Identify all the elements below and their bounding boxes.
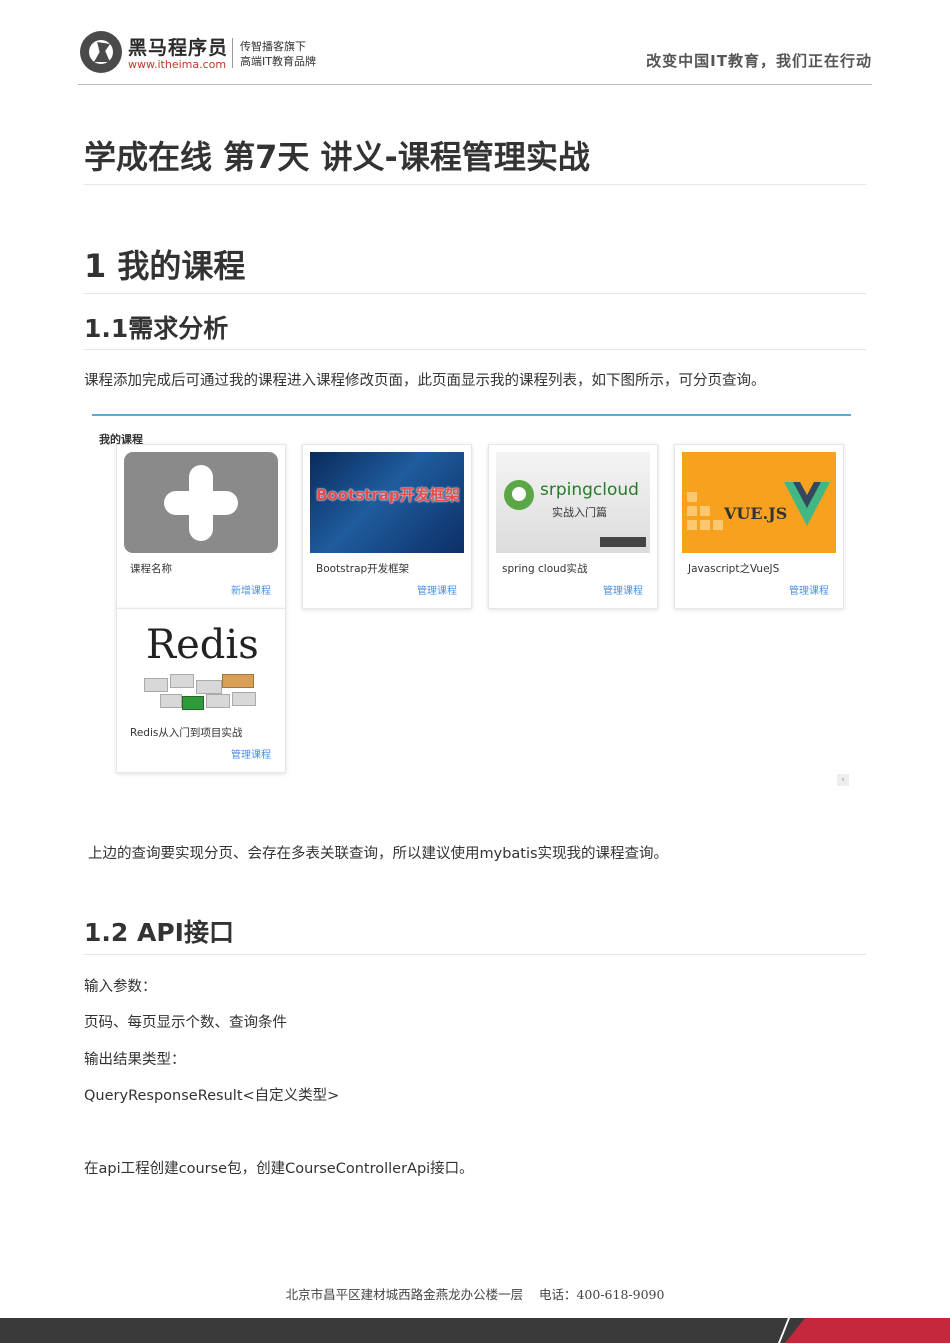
manage-course-link[interactable]: 管理课程 [789,582,829,597]
redis-course-thumb: Redis [124,616,278,717]
brand-logo-icon [80,31,122,73]
redis-thumb-text: Redis [146,622,259,668]
bootstrap-course-thumb: Bootstrap开发框架 [310,452,464,553]
brand-divider [232,38,233,68]
springcloud-thumb-text: srpingcloud [540,480,639,500]
input-params-value: 页码、每页显示个数、查询条件 [84,1015,287,1031]
spring-leaf-icon [504,480,534,510]
vuejs-thumb-text: VUE.JS [724,504,788,523]
footer-address: 北京市昌平区建材城西路金燕龙办公楼一层 电话：400-618-9090 [285,1287,665,1302]
course-card-name: 课程名称 [130,563,172,575]
manage-course-link[interactable]: 管理课程 [603,582,643,597]
manage-course-link[interactable]: 管理课程 [231,746,271,761]
output-type-value: QueryResponseResult<自定义类型> [84,1088,340,1104]
header-divider [78,84,872,85]
vuejs-course-thumb: VUE.JS [682,452,836,553]
paragraph-create-api: 在api工程创建course包，创建CourseControllerApi接口。 [84,1161,474,1177]
tagline-line-2: 高端IT教育品牌 [240,55,316,68]
heading-1-2-divider [84,954,866,955]
bootstrap-thumb-text: Bootstrap开发框架 [316,486,460,504]
course-card-redis[interactable]: Redis Redis从入门到项目实战 管理课程 [116,608,286,773]
course-card-new[interactable]: 课程名称 新增课程 [116,444,286,609]
course-card-bootstrap[interactable]: Bootstrap开发框架 Bootstrap开发框架 管理课程 [302,444,472,609]
course-card-name: Javascript之VueJS [688,563,780,575]
springcloud-course-thumb: srpingcloud 实战入门篇 [496,452,650,553]
vue-logo-icon [784,482,830,526]
course-card-name: Bootstrap开发框架 [316,563,410,575]
course-card-springcloud[interactable]: srpingcloud 实战入门篇 spring cloud实战 管理课程 [488,444,658,609]
course-card-vuejs[interactable]: VUE.JS Javascript之VueJS 管理课程 [674,444,844,609]
course-card-name: Redis从入门到项目实战 [130,727,243,739]
add-course-link[interactable]: 新增课程 [231,582,271,597]
screenshot-top-bar [92,414,851,416]
input-params-label: 输入参数： [84,979,157,995]
brand-name: 黑马程序员 [128,37,229,59]
add-course-thumb [124,452,278,553]
brand-url: www.itheima.com [128,58,227,71]
footer-accent [785,1318,950,1343]
title-divider [84,184,866,185]
paragraph-query: 上边的查询要实现分页、会存在多表关联查询，所以建议使用mybatis实现我的课程… [88,846,669,862]
course-card-name: spring cloud实战 [502,563,588,575]
header-slogan: 改变中国IT教育，我们正在行动 [646,52,872,70]
heading-1-1: 1.1需求分析 [84,314,229,343]
thumb-stamp [600,537,646,547]
tagline-line-1: 传智播客旗下 [240,40,306,53]
heading-1-2: 1.2 API接口 [84,918,234,947]
doc-title: 学成在线 第7天 讲义-课程管理实战 [84,138,590,176]
springcloud-thumb-subtitle: 实战入门篇 [552,506,607,519]
scroll-left-icon[interactable]: ‹ [837,774,849,786]
heading-1-divider [84,293,866,294]
heading-1-1-divider [84,349,866,350]
paragraph-intro: 课程添加完成后可通过我的课程进入课程修改页面，此页面显示我的课程列表，如下图所示… [84,373,766,389]
heading-1: 1 我的课程 [84,247,246,285]
output-type-label: 输出结果类型： [84,1052,186,1068]
manage-course-link[interactable]: 管理课程 [417,582,457,597]
